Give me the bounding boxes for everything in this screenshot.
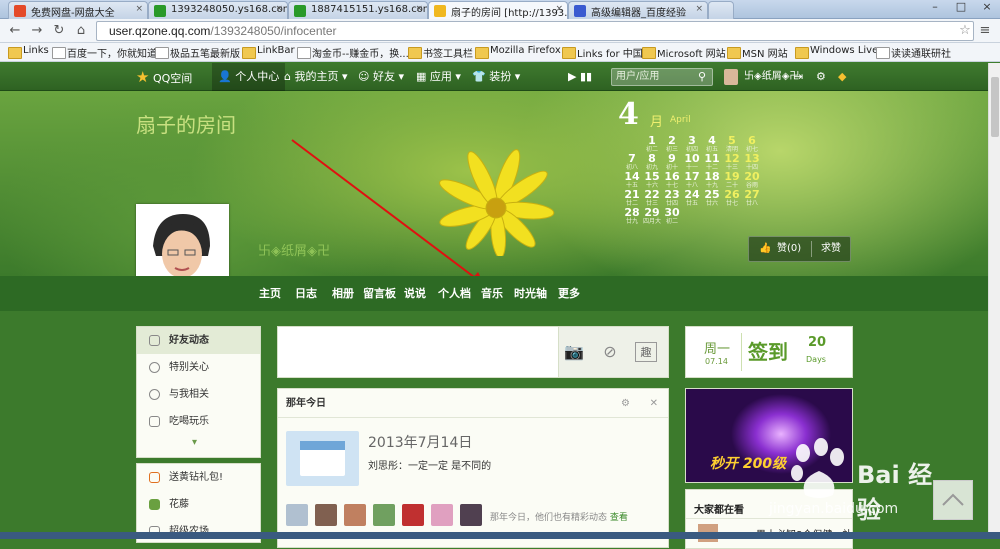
vertical-scrollbar[interactable] [988, 63, 1000, 539]
memories-title: 那年今日 [286, 398, 326, 409]
signin-date: 07.14 [705, 357, 728, 366]
profile-nav: 主页 日志 相册 留言板 说说 个人档 音乐 时光轴 更多 [0, 276, 988, 311]
camera-icon[interactable]: 📷 [563, 342, 585, 362]
heart-icon [149, 362, 160, 373]
left-nav-vine[interactable]: 花藤 [137, 491, 260, 518]
close-icon[interactable]: ✕ [650, 389, 658, 418]
left-nav-related-to-me[interactable]: 与我相关 [137, 381, 260, 408]
memories-more: 那年今日，他们也有精彩动态 查看 [490, 510, 628, 523]
windows-taskbar [0, 532, 1000, 539]
card-paper-header [300, 441, 345, 450]
friends-icon [149, 335, 160, 346]
friend-thumb[interactable] [402, 504, 424, 526]
left-nav-label: 吃喝玩乐 [169, 416, 209, 427]
nav-more[interactable]: 更多 [558, 276, 580, 311]
speaker-icon [149, 472, 160, 483]
friend-thumb[interactable] [431, 504, 453, 526]
banner-nickname: 卐◈纸屑◈卍 [258, 244, 330, 259]
nav-music[interactable]: 音乐 [481, 276, 503, 311]
at-icon [149, 389, 160, 400]
memory-date: 2013年7月14日 [368, 435, 473, 451]
friend-thumb[interactable] [460, 504, 482, 526]
signin-weekday: 周一 [704, 342, 731, 357]
settings-gear-icon[interactable]: ⚙ [621, 389, 630, 418]
game-ad-text: 秒开 200级 [710, 456, 787, 472]
link-icon[interactable]: ⊘ [599, 342, 621, 362]
nav-blog[interactable]: 日志 [295, 276, 317, 311]
back-to-top-button[interactable] [933, 480, 973, 520]
friend-thumb[interactable] [315, 504, 337, 526]
friend-thumb[interactable] [344, 504, 366, 526]
composer-tools: 📷 ⊘ 趣 [558, 327, 668, 377]
left-nav-yellow-diamond-gift[interactable]: 送黄钻礼包! [137, 464, 260, 491]
left-nav-label: 特别关心 [169, 362, 209, 373]
left-nav-friend-feed[interactable]: 好友动态 [137, 327, 260, 354]
watermark-url: jingyan.baidu.com [769, 501, 899, 517]
nav-album[interactable]: 相册 [332, 276, 354, 311]
baidu-paw-icon [791, 438, 844, 498]
nav-timeline[interactable]: 时光轴 [514, 276, 547, 311]
post-composer[interactable]: 📷 ⊘ 趣 [277, 326, 669, 378]
memories-header: 那年今日 ⚙ ✕ [278, 389, 668, 418]
divider [741, 333, 742, 371]
vine-icon [149, 499, 160, 510]
expand-chevron-icon[interactable]: ▾ [192, 437, 197, 448]
left-nav-label: 花藤 [169, 499, 189, 510]
watching-title: 大家都在看 [694, 505, 744, 516]
leaf-icon [149, 416, 160, 427]
friend-thumb[interactable] [286, 504, 308, 526]
nav-message-board[interactable]: 留言板 [363, 276, 396, 311]
scrollbar-thumb[interactable] [991, 77, 999, 137]
left-nav-label: 与我相关 [169, 389, 209, 400]
view-link[interactable]: 查看 [610, 513, 628, 523]
left-nav-special-care[interactable]: 特别关心 [137, 354, 260, 381]
baidu-jingyan-watermark: Bai 经验 jingyan.baidu.com [769, 435, 935, 530]
left-nav-label: 好友动态 [169, 335, 209, 346]
nav-profile[interactable]: 个人档 [438, 276, 471, 311]
friend-thumb[interactable] [373, 504, 395, 526]
nav-home[interactable]: 主页 [259, 276, 281, 311]
chevron-up-icon [942, 493, 964, 506]
signin-days-unit: Days [806, 355, 826, 364]
calendar-card-icon [286, 431, 359, 486]
sign-in-widget[interactable]: 周一 07.14 签到 20 Days [685, 326, 853, 378]
left-nav-food-fun[interactable]: 吃喝玩乐 [137, 408, 260, 435]
memory-quote: 刘思彤：一定一定 是不同的 [368, 461, 492, 472]
memories-panel: 那年今日 ⚙ ✕ 2013年7月14日 刘思彤：一定一定 是不同的 那年今日，他… [277, 388, 669, 548]
signin-label: 签到 [748, 340, 788, 364]
memories-more-text: 那年今日，他们也有精彩动态 [490, 513, 608, 523]
fun-icon[interactable]: 趣 [635, 342, 657, 362]
left-nav-apps-panel: 送黄钻礼包! 花藤 超级农场 [136, 463, 261, 543]
left-nav-panel: 好友动态 特别关心 与我相关 吃喝玩乐 ▾ [136, 326, 261, 458]
left-nav-label: 送黄钻礼包! [169, 472, 224, 483]
signin-days: 20 [808, 335, 827, 350]
nav-talk[interactable]: 说说 [404, 276, 426, 311]
